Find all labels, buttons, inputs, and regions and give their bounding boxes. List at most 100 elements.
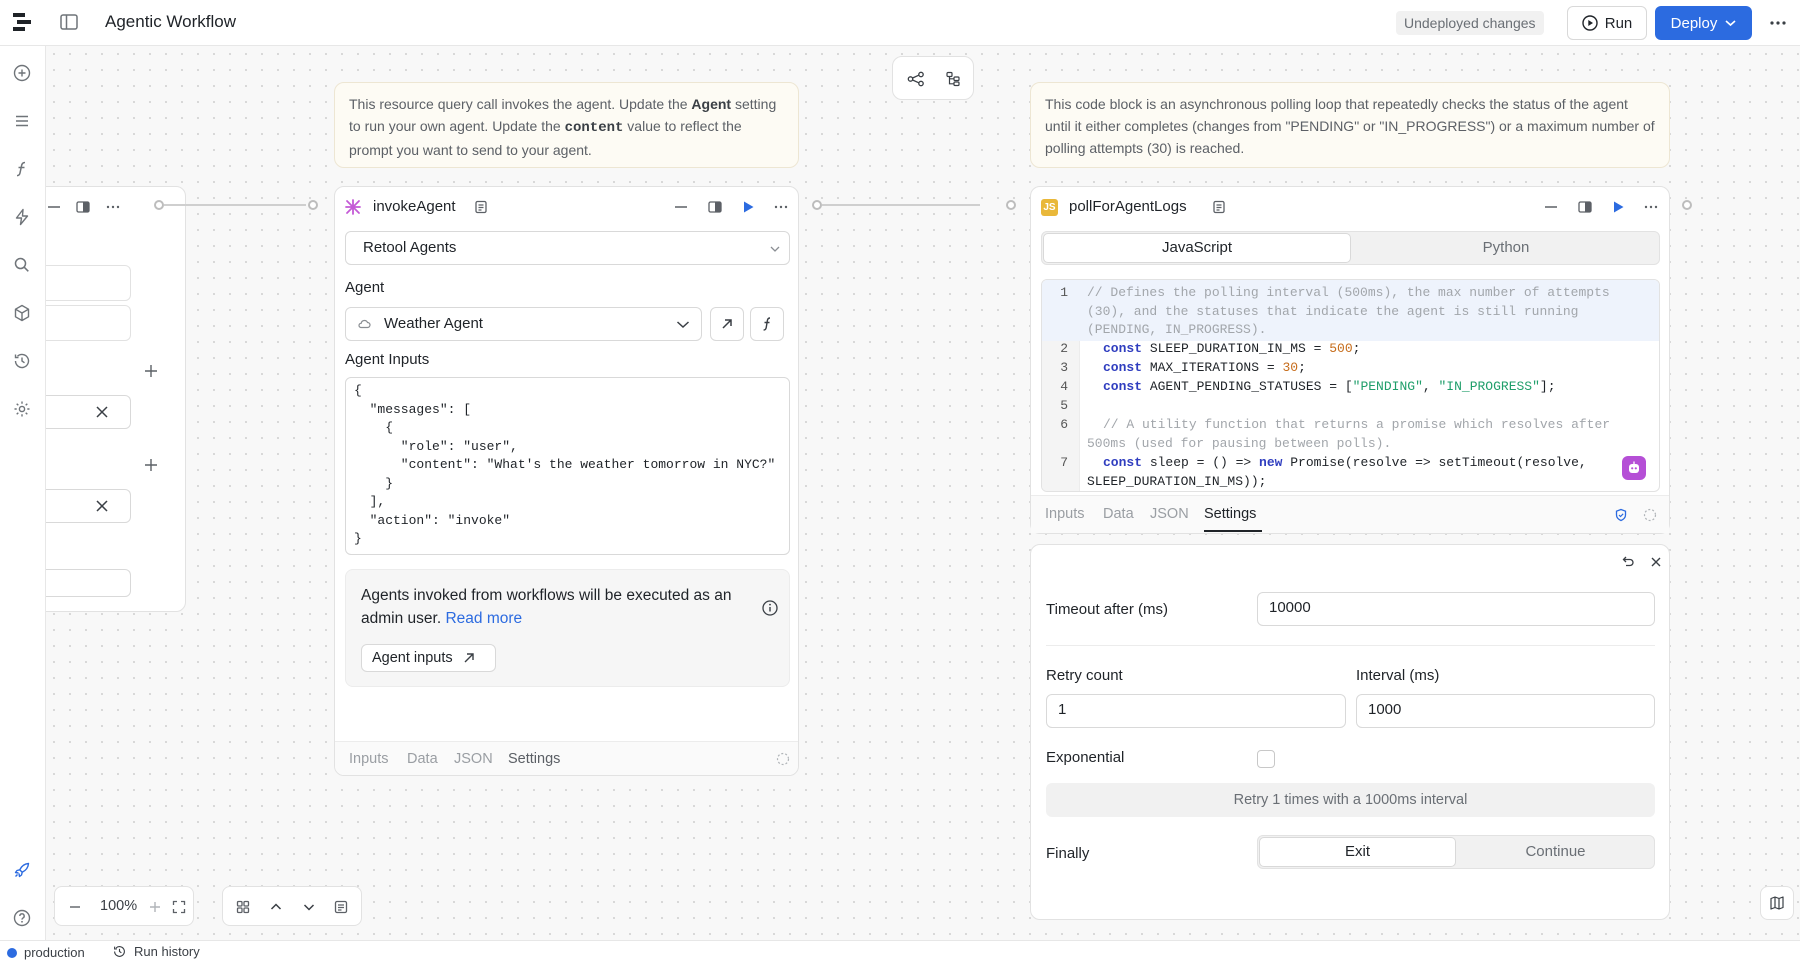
resource-select[interactable]: Retool Agents: [345, 231, 790, 265]
chevron-down-icon: [1725, 19, 1736, 27]
minimap-toggle[interactable]: [1760, 886, 1794, 920]
partial-input-box[interactable]: [46, 265, 131, 301]
history-icon: [112, 944, 127, 959]
input-port[interactable]: [1006, 200, 1016, 210]
rocket-icon[interactable]: [12, 860, 32, 880]
timeout-input[interactable]: 10000: [1257, 592, 1655, 626]
reset-icon[interactable]: [1621, 555, 1635, 569]
retool-logo-icon[interactable]: [10, 10, 34, 34]
fit-to-screen-icon[interactable]: [171, 899, 187, 915]
function-icon[interactable]: [12, 159, 32, 179]
ai-assist-icon[interactable]: [1622, 456, 1646, 480]
deploy-button[interactable]: Deploy: [1655, 6, 1752, 40]
split-view-icon[interactable]: [707, 199, 723, 215]
tab-inputs[interactable]: Inputs: [1045, 506, 1085, 522]
environment-label[interactable]: production: [24, 945, 85, 960]
function-mode-button[interactable]: [750, 307, 784, 341]
more-options-icon[interactable]: [1768, 14, 1788, 32]
run-history-button[interactable]: Run history: [112, 944, 200, 959]
tab-javascript[interactable]: JavaScript: [1043, 233, 1351, 263]
close-icon[interactable]: [95, 405, 109, 419]
run-button[interactable]: Run: [1567, 6, 1647, 40]
more-options-icon[interactable]: [105, 199, 121, 215]
open-agent-button[interactable]: [710, 307, 744, 341]
partial-block-card[interactable]: [46, 186, 186, 612]
read-more-link[interactable]: Read more: [445, 610, 522, 627]
more-options-icon[interactable]: [1643, 199, 1659, 215]
tab-settings[interactable]: Settings: [508, 751, 560, 767]
run-block-icon[interactable]: [740, 199, 756, 215]
lightning-icon[interactable]: [12, 207, 32, 227]
partial-input-box[interactable]: [46, 569, 131, 597]
grid-icon[interactable]: [235, 899, 251, 915]
block-title[interactable]: pollForAgentLogs: [1069, 198, 1187, 215]
finally-continue-option[interactable]: Continue: [1457, 837, 1654, 867]
chevron-down-icon: [770, 245, 780, 253]
tab-settings[interactable]: Settings: [1204, 506, 1256, 522]
notes-icon[interactable]: [333, 899, 349, 915]
plus-circle-icon[interactable]: [12, 63, 32, 83]
retry-count-input[interactable]: 1: [1046, 694, 1346, 728]
interval-input[interactable]: 1000: [1356, 694, 1655, 728]
agent-select[interactable]: Weather Agent: [345, 307, 702, 341]
shield-icon[interactable]: [1614, 508, 1628, 522]
docs-icon[interactable]: [1211, 199, 1227, 215]
zoom-out-icon[interactable]: [67, 899, 83, 915]
run-block-icon[interactable]: [1610, 199, 1626, 215]
output-port[interactable]: [1682, 200, 1692, 210]
tree-layout-icon[interactable]: [945, 71, 961, 87]
block-title[interactable]: invokeAgent: [373, 198, 456, 215]
tab-data[interactable]: Data: [407, 751, 438, 767]
more-options-icon[interactable]: [773, 199, 789, 215]
finally-label: Finally: [1046, 845, 1090, 862]
docs-icon[interactable]: [473, 199, 489, 215]
zoom-in-icon[interactable]: [147, 899, 163, 915]
partial-input-box[interactable]: [46, 305, 131, 341]
tab-json[interactable]: JSON: [1150, 506, 1189, 522]
close-icon[interactable]: [95, 499, 109, 513]
split-view-icon[interactable]: [75, 199, 91, 215]
tab-json[interactable]: JSON: [454, 751, 493, 767]
cube-icon[interactable]: [12, 303, 32, 323]
poll-for-agent-logs-block[interactable]: JS pollForAgentLogs JavaScript Python 1 …: [1030, 186, 1670, 534]
block-header: JS pollForAgentLogs: [1031, 187, 1669, 227]
block-tabs: Inputs Data JSON Settings: [1031, 495, 1669, 533]
finally-toggle: Exit Continue: [1257, 835, 1655, 869]
weather-icon: [357, 317, 371, 331]
minimize-icon[interactable]: [47, 205, 61, 209]
history-icon[interactable]: [12, 351, 32, 371]
agent-inputs-editor[interactable]: { "messages": [ { "role": "user", "conte…: [345, 377, 790, 555]
close-icon[interactable]: [1649, 555, 1663, 569]
tab-python[interactable]: Python: [1352, 233, 1660, 263]
invoke-agent-block[interactable]: invokeAgent Retool Agents Agent Weather …: [334, 186, 799, 776]
sidebar-toggle-icon[interactable]: [60, 14, 78, 30]
zoom-level[interactable]: 100%: [100, 898, 137, 914]
exponential-checkbox[interactable]: [1257, 750, 1275, 768]
tab-inputs[interactable]: Inputs: [349, 751, 389, 767]
plus-icon[interactable]: [143, 457, 159, 473]
agent-inputs-button[interactable]: Agent inputs: [361, 644, 496, 672]
partial-input-box[interactable]: [46, 489, 131, 523]
minimize-icon[interactable]: [673, 199, 689, 215]
top-bar: Agentic Workflow Undeployed changes Run …: [0, 0, 1800, 46]
output-port[interactable]: [812, 200, 822, 210]
finally-exit-option[interactable]: Exit: [1259, 837, 1456, 867]
search-icon[interactable]: [12, 255, 32, 275]
play-circle-icon: [1582, 15, 1598, 31]
partial-input-box[interactable]: [46, 395, 131, 429]
help-icon[interactable]: [12, 908, 32, 928]
input-port[interactable]: [308, 200, 318, 210]
function-icon: [760, 316, 774, 332]
list-icon[interactable]: [12, 111, 32, 131]
graph-layout-icon[interactable]: [907, 71, 924, 87]
split-view-icon[interactable]: [1577, 199, 1593, 215]
code-editor[interactable]: 1 // Defines the polling interval (500ms…: [1041, 279, 1660, 492]
workflow-canvas[interactable]: This resource query call invokes the age…: [46, 46, 1800, 940]
output-port[interactable]: [154, 200, 164, 210]
chevron-down-icon[interactable]: [301, 899, 317, 915]
tab-data[interactable]: Data: [1103, 506, 1134, 522]
gear-icon[interactable]: [12, 399, 32, 419]
chevron-up-icon[interactable]: [268, 899, 284, 915]
plus-icon[interactable]: [143, 363, 159, 379]
minimize-icon[interactable]: [1543, 199, 1559, 215]
